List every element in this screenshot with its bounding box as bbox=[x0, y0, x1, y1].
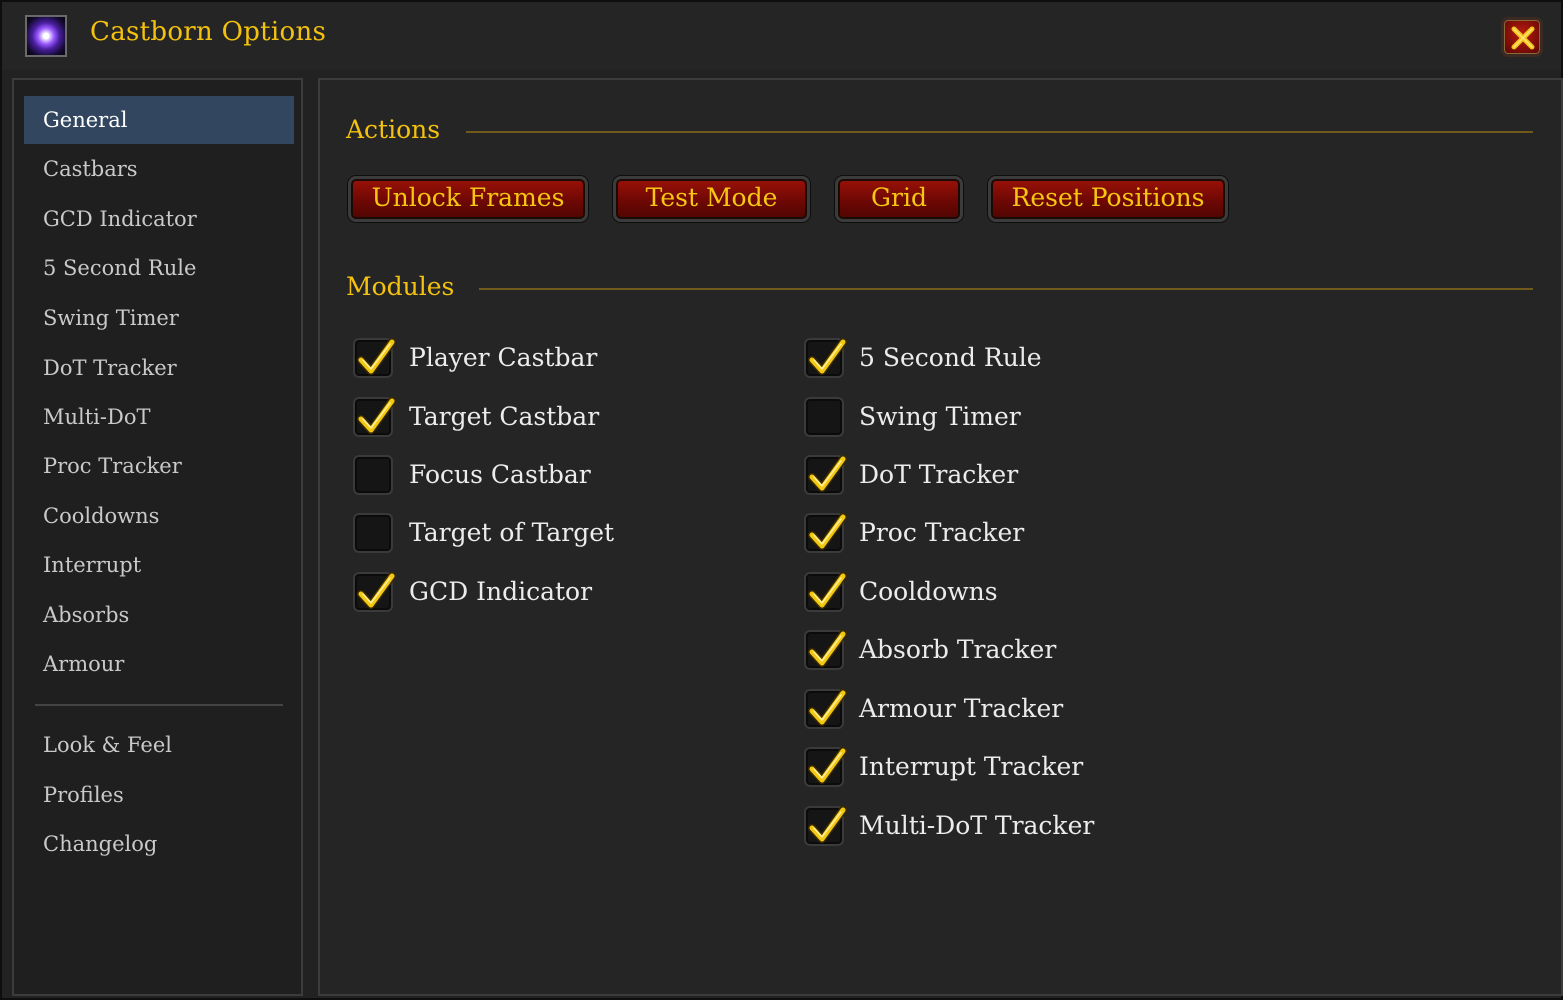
checkmark-icon bbox=[808, 513, 847, 550]
sidebar-item-absorbs[interactable]: Absorbs bbox=[24, 591, 294, 639]
options-window: Castborn Options General Castbars GCD In… bbox=[0, 0, 1563, 1000]
checkmark-icon bbox=[808, 455, 847, 492]
sidebar-item-look-and-feel[interactable]: Look & Feel bbox=[24, 721, 294, 769]
checkbox-label-target-of-target[interactable]: Target of Target bbox=[409, 513, 614, 553]
checkbox-label-swing-timer[interactable]: Swing Timer bbox=[859, 397, 1021, 437]
checkbox-absorb-tracker[interactable] bbox=[804, 630, 847, 670]
checkbox-cooldowns[interactable] bbox=[804, 572, 847, 612]
checkmark-icon bbox=[357, 338, 396, 375]
checkbox-dot-tracker[interactable] bbox=[804, 455, 847, 495]
checkbox-label-multi-dot-tracker[interactable]: Multi-DoT Tracker bbox=[859, 806, 1094, 846]
sidebar-nav: General Castbars GCD Indicator 5 Second … bbox=[12, 78, 303, 996]
checkmark-icon bbox=[808, 572, 847, 609]
sidebar-item-general[interactable]: General bbox=[24, 96, 294, 144]
checkbox-label-cooldowns[interactable]: Cooldowns bbox=[859, 572, 998, 612]
actions-divider bbox=[466, 131, 1533, 133]
checkbox-proc-tracker[interactable] bbox=[804, 513, 847, 553]
checkbox-label-interrupt-tracker[interactable]: Interrupt Tracker bbox=[859, 747, 1083, 787]
checkbox-gcd-indicator[interactable] bbox=[353, 572, 396, 612]
sidebar-item-armour[interactable]: Armour bbox=[24, 640, 294, 688]
spell-star-icon bbox=[25, 15, 67, 57]
sidebar-item-multi-dot[interactable]: Multi-DoT bbox=[24, 393, 294, 441]
title-bar[interactable]: Castborn Options bbox=[2, 2, 1561, 70]
reset-positions-button[interactable]: Reset Positions bbox=[988, 176, 1228, 222]
test-mode-button[interactable]: Test Mode bbox=[613, 176, 810, 222]
checkbox-multi-dot-tracker[interactable] bbox=[804, 806, 847, 846]
checkmark-icon bbox=[808, 338, 847, 375]
checkmark-icon bbox=[808, 806, 847, 843]
sidebar-item-swing-timer[interactable]: Swing Timer bbox=[24, 294, 294, 342]
sidebar-item-interrupt[interactable]: Interrupt bbox=[24, 541, 294, 589]
checkbox-target-castbar[interactable] bbox=[353, 397, 396, 437]
close-x-icon bbox=[1511, 26, 1535, 50]
sidebar-item-castbars[interactable]: Castbars bbox=[24, 145, 294, 193]
checkbox-player-castbar[interactable] bbox=[353, 338, 396, 378]
checkbox-label-armour-tracker[interactable]: Armour Tracker bbox=[859, 689, 1063, 729]
checkbox-swing-timer[interactable] bbox=[804, 397, 844, 437]
checkmark-icon bbox=[808, 630, 847, 667]
checkmark-icon bbox=[357, 572, 396, 609]
close-button[interactable] bbox=[1501, 17, 1543, 57]
checkbox-label-proc-tracker[interactable]: Proc Tracker bbox=[859, 513, 1024, 553]
modules-heading: Modules bbox=[346, 272, 455, 301]
checkbox-label-dot-tracker[interactable]: DoT Tracker bbox=[859, 455, 1018, 495]
modules-divider bbox=[479, 288, 1533, 290]
checkbox-label-gcd-indicator[interactable]: GCD Indicator bbox=[409, 572, 592, 612]
checkbox-focus-castbar[interactable] bbox=[353, 455, 393, 495]
checkbox-label-focus-castbar[interactable]: Focus Castbar bbox=[409, 455, 591, 495]
checkbox-label-5-second-rule[interactable]: 5 Second Rule bbox=[859, 338, 1042, 378]
checkmark-icon bbox=[357, 397, 396, 434]
sidebar-item-cooldowns[interactable]: Cooldowns bbox=[24, 492, 294, 540]
sidebar-item-profiles[interactable]: Profiles bbox=[24, 771, 294, 819]
grid-button[interactable]: Grid bbox=[835, 176, 963, 222]
checkbox-5-second-rule[interactable] bbox=[804, 338, 847, 378]
checkbox-target-of-target[interactable] bbox=[353, 513, 393, 553]
checkbox-armour-tracker[interactable] bbox=[804, 689, 847, 729]
checkbox-label-player-castbar[interactable]: Player Castbar bbox=[409, 338, 597, 378]
sidebar-item-gcd-indicator[interactable]: GCD Indicator bbox=[24, 195, 294, 243]
checkmark-icon bbox=[808, 747, 847, 784]
checkbox-interrupt-tracker[interactable] bbox=[804, 747, 847, 787]
window-title: Castborn Options bbox=[90, 17, 327, 47]
sidebar-item-5-second-rule[interactable]: 5 Second Rule bbox=[24, 244, 294, 292]
sidebar-item-changelog[interactable]: Changelog bbox=[24, 820, 294, 868]
unlock-frames-button[interactable]: Unlock Frames bbox=[348, 176, 588, 222]
sidebar-item-proc-tracker[interactable]: Proc Tracker bbox=[24, 442, 294, 490]
checkbox-label-target-castbar[interactable]: Target Castbar bbox=[409, 397, 599, 437]
sidebar-item-dot-tracker[interactable]: DoT Tracker bbox=[24, 344, 294, 392]
sidebar-divider bbox=[35, 704, 283, 706]
checkbox-label-absorb-tracker[interactable]: Absorb Tracker bbox=[859, 630, 1056, 670]
actions-heading: Actions bbox=[346, 115, 441, 144]
checkmark-icon bbox=[808, 689, 847, 726]
